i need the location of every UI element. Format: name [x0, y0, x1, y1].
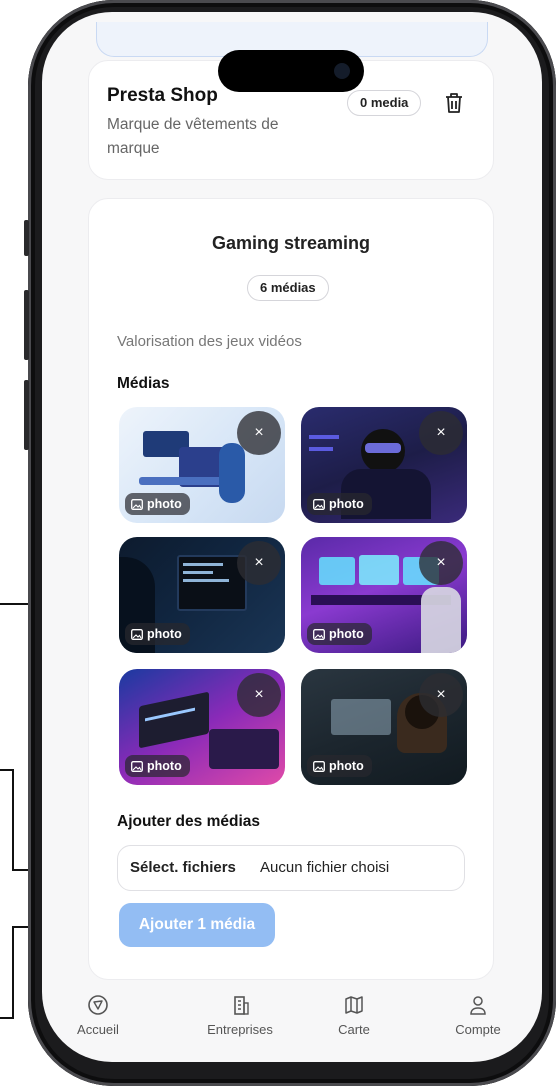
project-card: Gaming streaming 6 médias Valorisation d… [88, 198, 494, 980]
file-input[interactable]: Sélect. fichiers Aucun fichier choisi [117, 845, 465, 891]
compass-icon [88, 995, 108, 1015]
add-media-button[interactable]: Ajouter 1 média [119, 903, 275, 947]
media-type-badge: photo [125, 493, 190, 515]
bottom-nav: Accueil Entreprises Carte Compte [42, 984, 542, 1062]
nav-item-compte[interactable]: Compte [428, 994, 528, 1037]
media-tile[interactable]: × photo [119, 537, 285, 653]
medias-heading: Médias [117, 375, 170, 392]
image-icon [313, 628, 325, 640]
media-count-badge: 6 médias [247, 275, 329, 301]
media-type-badge: photo [307, 493, 372, 515]
side-button [24, 290, 29, 360]
remove-media-button[interactable]: × [237, 541, 281, 585]
image-icon [131, 628, 143, 640]
media-tile[interactable]: × photo [301, 407, 467, 523]
media-type-badge: photo [307, 755, 372, 777]
side-button [24, 380, 29, 450]
media-type-badge: photo [125, 755, 190, 777]
project-description: Valorisation des jeux vidéos [117, 333, 302, 350]
remove-media-button[interactable]: × [237, 411, 281, 455]
media-tile[interactable]: × photo [301, 537, 467, 653]
media-tile[interactable]: × photo [301, 669, 467, 785]
building-icon [234, 996, 249, 1015]
project-title: Gaming streaming [211, 233, 371, 253]
media-count-badge: 0 media [347, 90, 422, 116]
media-type-badge: photo [125, 623, 190, 645]
trash-icon[interactable] [443, 91, 465, 115]
nav-item-entreprises[interactable]: Entreprises [190, 994, 290, 1037]
media-tile[interactable]: × photo [119, 407, 285, 523]
app-screen: Presta Shop Marque de vêtements de marqu… [42, 12, 542, 1062]
remove-media-button[interactable]: × [419, 411, 463, 455]
dynamic-island [218, 50, 364, 92]
image-icon [313, 760, 325, 772]
remove-media-button[interactable]: × [419, 673, 463, 717]
nav-item-carte[interactable]: Carte [304, 994, 404, 1037]
media-tile[interactable]: × photo [119, 669, 285, 785]
company-name: Presta Shop [107, 85, 218, 106]
annotation-arrow-line [12, 926, 14, 1019]
map-icon [345, 996, 363, 1014]
select-files-button[interactable]: Sélect. fichiers [130, 846, 236, 890]
file-status: Aucun fichier choisi [260, 859, 390, 876]
image-icon [131, 498, 143, 510]
remove-media-button[interactable]: × [237, 673, 281, 717]
user-icon [470, 996, 486, 1015]
nav-item-accueil[interactable]: Accueil [48, 994, 148, 1037]
media-type-badge: photo [307, 623, 372, 645]
company-description: Marque de vêtements de marque [107, 116, 279, 157]
remove-media-button[interactable]: × [419, 541, 463, 585]
annotation-arrow-line [12, 769, 14, 871]
image-icon [131, 760, 143, 772]
image-icon [313, 498, 325, 510]
add-media-heading: Ajouter des médias [117, 813, 260, 830]
side-button [24, 220, 29, 256]
